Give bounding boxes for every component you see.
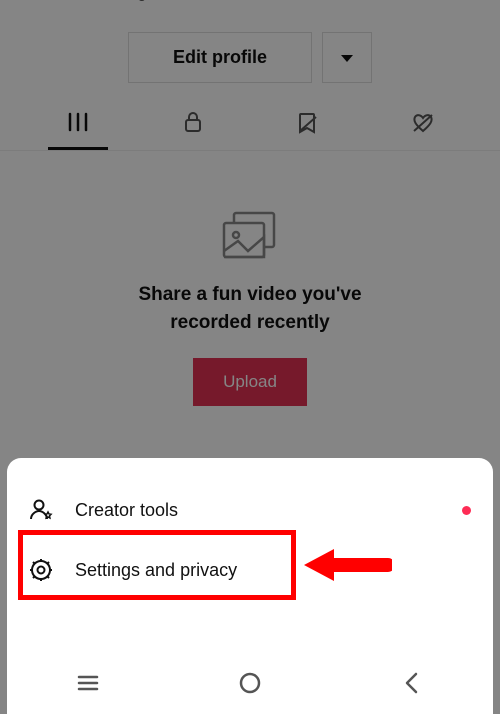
nav-back-button[interactable] bbox=[382, 670, 442, 696]
circle-icon bbox=[237, 670, 263, 696]
notification-dot bbox=[462, 506, 471, 515]
android-navbar bbox=[7, 652, 493, 714]
sheet-item-settings-privacy[interactable]: Settings and privacy bbox=[7, 540, 493, 600]
nav-home-button[interactable] bbox=[220, 670, 280, 696]
creator-tools-icon bbox=[29, 498, 53, 522]
sheet-item-creator-tools[interactable]: Creator tools bbox=[7, 480, 493, 540]
nav-recent-button[interactable] bbox=[58, 670, 118, 696]
bottom-sheet: Creator tools Settings and privacy bbox=[7, 458, 493, 714]
settings-privacy-label: Settings and privacy bbox=[75, 560, 237, 581]
hamburger-icon bbox=[75, 670, 101, 696]
gear-icon bbox=[29, 558, 53, 582]
creator-tools-label: Creator tools bbox=[75, 500, 178, 521]
back-icon bbox=[399, 670, 425, 696]
